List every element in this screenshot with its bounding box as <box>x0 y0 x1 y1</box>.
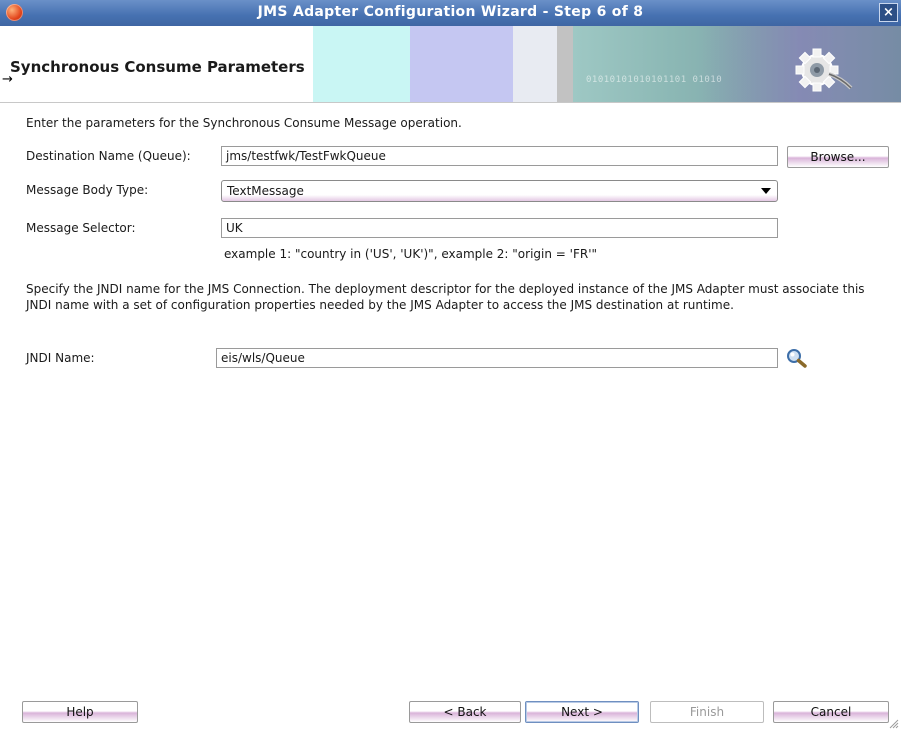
back-button[interactable]: < Back <box>409 701 521 723</box>
intro-text: Enter the parameters for the Synchronous… <box>26 116 462 130</box>
destination-label: Destination Name (Queue): <box>26 149 191 163</box>
message-selector-field[interactable]: UK <box>221 218 778 238</box>
message-selector-label: Message Selector: <box>26 221 136 235</box>
message-selector-example: example 1: "country in ('US', 'UK')", ex… <box>224 247 598 261</box>
destination-field[interactable]: jms/testfwk/TestFwkQueue <box>221 146 778 166</box>
gear-icon <box>795 48 853 92</box>
jndi-description: Specify the JNDI name for the JMS Connec… <box>26 282 865 312</box>
banner-binary-text: 01010101010101101 01010 <box>586 75 723 85</box>
window-title: JMS Adapter Configuration Wizard - Step … <box>257 4 644 20</box>
jndi-name-label: JNDI Name: <box>26 351 95 365</box>
search-icon[interactable] <box>785 347 809 369</box>
page-title: Synchronous Consume Parameters <box>10 58 305 76</box>
cancel-button[interactable]: Cancel <box>773 701 889 723</box>
jndi-name-field[interactable]: eis/wls/Queue <box>216 348 778 368</box>
banner-stripe-gray <box>557 26 573 102</box>
browse-button[interactable]: Browse... <box>787 146 889 168</box>
window-title-bar[interactable]: JMS Adapter Configuration Wizard - Step … <box>0 0 901 26</box>
finish-button: Finish <box>650 701 764 723</box>
wizard-content: Enter the parameters for the Synchronous… <box>0 103 901 683</box>
message-body-type-select[interactable]: TextMessage <box>221 180 778 202</box>
message-body-type-label: Message Body Type: <box>26 183 149 197</box>
next-button[interactable]: Next > <box>525 701 639 723</box>
message-body-type-value: TextMessage <box>227 184 304 198</box>
resize-grip-icon[interactable] <box>889 719 899 729</box>
close-icon[interactable]: × <box>879 3 898 22</box>
wizard-banner: 01010101010101101 01010 → Synchronous Co… <box>0 26 901 103</box>
banner-stripe-lavender <box>410 26 513 102</box>
help-button[interactable]: Help <box>22 701 138 723</box>
chevron-down-icon[interactable] <box>761 188 771 194</box>
banner-stripe-cyan <box>313 26 410 102</box>
